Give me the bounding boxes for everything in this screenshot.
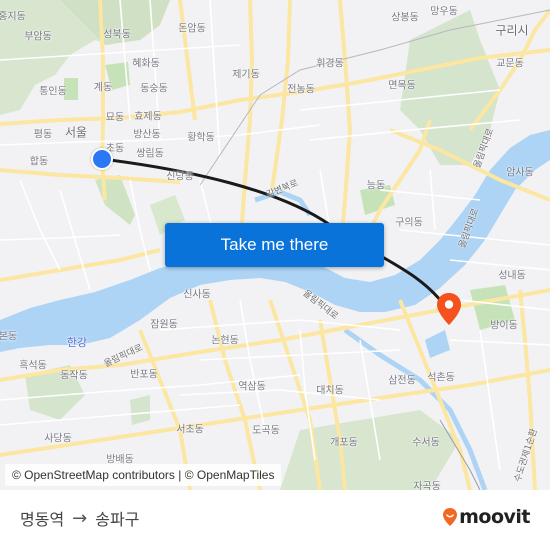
map-label-sangbong: 상봉동	[391, 12, 419, 24]
map-label-seongnae: 성내동	[498, 270, 526, 282]
map-label-daechi: 대치동	[316, 385, 344, 397]
map-label-suseo: 수서동	[412, 437, 440, 449]
moovit-wordmark: moovit	[459, 506, 530, 528]
map-label-yeoksam: 역삼동	[238, 381, 266, 393]
moovit-logo[interactable]: moovit	[443, 506, 530, 528]
map-label-banpo: 반포동	[130, 369, 158, 381]
map-label-myo: 묘동	[105, 112, 125, 124]
route-origin: 명동역	[20, 510, 65, 529]
arrow-right-icon: →	[72, 507, 88, 529]
map-label-heukseok: 흑석동	[19, 360, 47, 372]
map-label-hyehwa: 혜화동	[132, 58, 160, 70]
map-label-tongin: 통인동	[39, 86, 67, 98]
map-label-jeonnong: 전농동	[287, 84, 315, 96]
map-label-nonhyeon: 논현동	[211, 335, 239, 347]
map-label-hwanghak: 황학동	[187, 132, 215, 144]
map-label-bangi: 방이동	[490, 320, 518, 332]
take-me-there-button[interactable]: Take me there	[165, 223, 384, 267]
map-label-seocho: 서초동	[176, 424, 204, 436]
map-label-amsa: 암사동	[506, 167, 534, 179]
park-seocho	[130, 395, 150, 425]
park-namsan	[95, 175, 135, 225]
route-destination: 송파구	[95, 510, 140, 529]
map-label-sindang: 신당동	[166, 171, 194, 183]
map-label-bon: 본동	[0, 331, 18, 343]
map-label-hongji: 홍지동	[0, 11, 26, 23]
map-label-pyeong: 평동	[33, 129, 53, 141]
map-label-myeonmok: 면목동	[388, 80, 416, 92]
map-label-hangang: 한강	[66, 336, 88, 349]
map-label-mangu: 망우동	[430, 6, 458, 18]
map-label-donam: 돈암동	[178, 23, 206, 35]
map-label-gyomun: 교문동	[496, 58, 524, 70]
map-label-ssangnim: 쌍림동	[136, 148, 164, 160]
map-label-hwigyeong: 휘경동	[316, 58, 344, 70]
map-label-buam: 부암동	[24, 31, 52, 43]
map-attribution[interactable]: © OpenStreetMap contributors | © OpenMap…	[5, 464, 282, 486]
map-label-guri: 구리시	[495, 23, 529, 38]
moovit-pin-icon	[443, 508, 458, 526]
map-label-sinsa: 신사동	[183, 289, 211, 301]
map-label-seoul: 서울	[64, 125, 88, 140]
map-view[interactable]: 홍지동부암동 성북동 돈암동혜화동제기동통인동 계동 동숭동묘동 효제동평동 서울 방산동 황학…	[0, 0, 550, 490]
route-title: 명동역 → 송파구	[20, 506, 139, 530]
map-label-seongbuk: 성북동	[103, 29, 131, 41]
map-label-guui: 구의동	[395, 217, 423, 229]
map-label-dongjak: 동작동	[60, 370, 88, 382]
map-label-hyoje: 효제동	[134, 111, 162, 123]
map-label-dongsung: 동숭동	[140, 83, 168, 95]
map-label-gye: 계동	[93, 82, 113, 94]
map-label-dogok: 도곡동	[252, 425, 280, 437]
map-label-bangsan: 방산동	[133, 129, 161, 141]
map-label-samjeon: 삼전동	[388, 375, 416, 387]
cheonggye-stream	[254, 189, 313, 217]
map-label-seokchon: 석촌동	[427, 372, 455, 384]
seokchon-lake	[425, 330, 450, 358]
map-label-neung: 능동	[366, 180, 386, 192]
map-label-sadang: 사당동	[44, 433, 72, 445]
map-label-hap: 합동	[29, 156, 49, 168]
origin-dot-icon[interactable]	[91, 148, 113, 170]
map-label-jagok: 자곡동	[413, 481, 441, 491]
map-label-jegi: 제기동	[232, 69, 260, 81]
map-label-jamwon: 잠원동	[150, 319, 178, 331]
footer-bar: 명동역 → 송파구 moovit	[0, 490, 550, 550]
map-label-gaepo: 개포동	[330, 437, 358, 449]
map-pin-icon[interactable]	[437, 293, 461, 330]
